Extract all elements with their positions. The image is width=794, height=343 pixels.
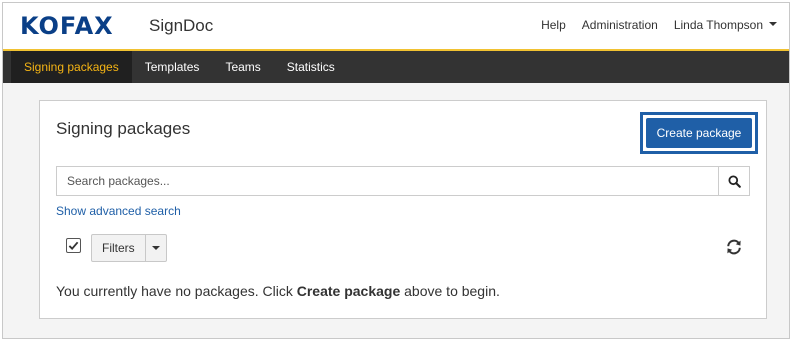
tab-teams[interactable]: Teams — [212, 51, 273, 83]
empty-message-text-start: You currently have no packages. Click — [56, 283, 297, 299]
search-bar — [56, 166, 750, 196]
refresh-icon — [727, 239, 741, 255]
user-name: Linda Thompson — [673, 18, 763, 32]
tab-signing-packages[interactable]: Signing packages — [11, 51, 132, 83]
administration-link[interactable]: Administration — [582, 18, 658, 32]
refresh-button[interactable] — [725, 238, 743, 256]
app-name: SignDoc — [149, 16, 214, 35]
filters-button[interactable]: Filters — [92, 235, 146, 261]
app-header: KOFAX SignDoc Help Administration Linda … — [3, 3, 789, 51]
filters-dropdown: Filters — [91, 234, 167, 262]
main-nav: Signing packages Templates Teams Statist… — [3, 51, 789, 83]
search-input[interactable] — [56, 166, 718, 196]
tab-templates[interactable]: Templates — [132, 51, 213, 83]
app-window: KOFAX SignDoc Help Administration Linda … — [2, 2, 790, 339]
create-package-focus-ring: Create package — [640, 112, 758, 154]
signing-packages-panel: Signing packages Create package Show adv… — [39, 100, 767, 319]
chevron-down-icon — [151, 246, 160, 250]
empty-state-message: You currently have no packages. Click Cr… — [56, 282, 500, 300]
search-button[interactable] — [718, 166, 750, 196]
create-package-button[interactable]: Create package — [646, 118, 752, 148]
select-all-checkbox[interactable] — [66, 238, 81, 253]
filters-caret-button[interactable] — [146, 235, 166, 261]
header-nav: Help Administration Linda Thompson — [525, 18, 777, 32]
page-title: Signing packages — [56, 119, 191, 138]
user-menu[interactable]: Linda Thompson — [674, 18, 777, 32]
chevron-down-icon — [769, 22, 777, 26]
tab-statistics[interactable]: Statistics — [274, 51, 348, 83]
show-advanced-search-link[interactable]: Show advanced search — [56, 204, 181, 218]
kofax-logo: KOFAX — [20, 12, 114, 40]
empty-message-bold: Create package — [296, 283, 401, 299]
search-icon — [727, 174, 741, 188]
checkmark-icon — [68, 241, 79, 251]
empty-message-text-end: above to begin. — [400, 283, 500, 299]
help-link[interactable]: Help — [541, 18, 566, 32]
